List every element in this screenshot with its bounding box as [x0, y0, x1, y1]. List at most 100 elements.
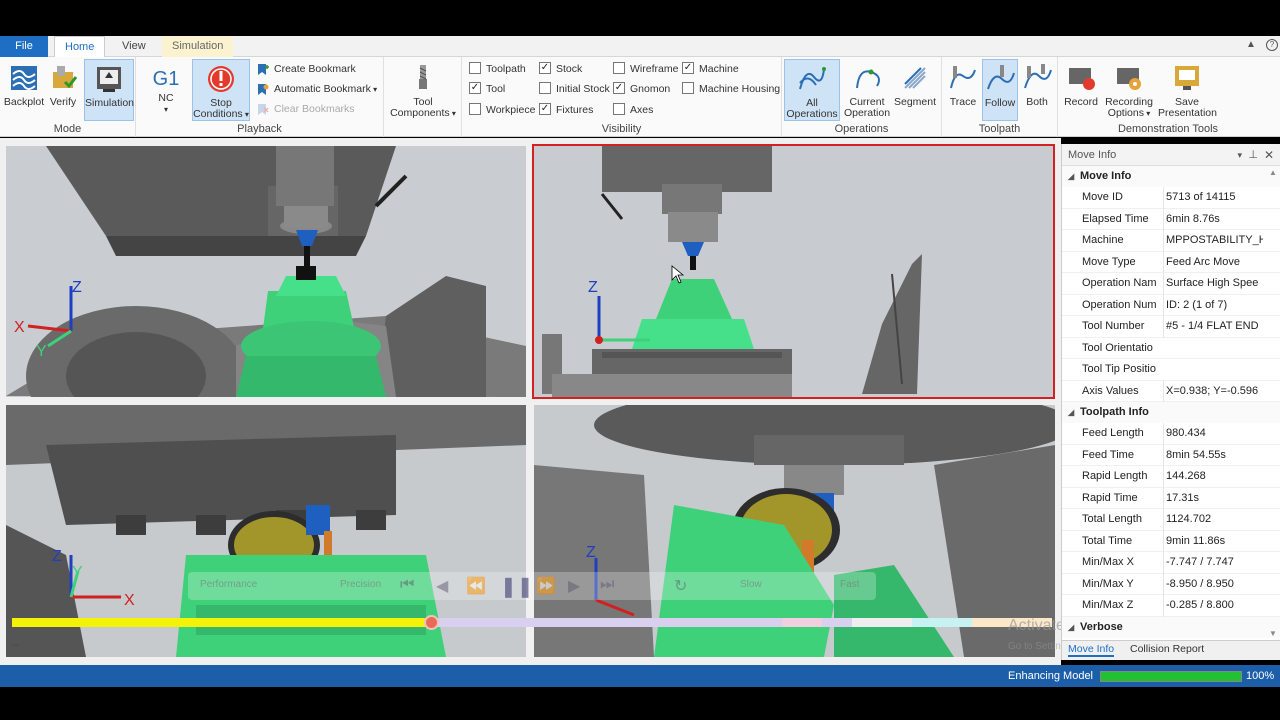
workpiece-checkbox-box[interactable]: [469, 103, 481, 116]
property-value: -7.747 / 7.747: [1163, 552, 1263, 574]
timeline-scrubber[interactable]: [424, 615, 439, 630]
automatic-bookmark-button[interactable]: Automatic Bookmark ▾: [256, 80, 377, 98]
recording-options-button[interactable]: Recording Options ▾: [1104, 59, 1154, 121]
property-row: Rapid Time 17.31s: [1062, 487, 1280, 509]
machine-housing-checkbox-box[interactable]: [682, 82, 694, 95]
tool-components-dropdown-icon: ▾: [449, 109, 456, 118]
nc-button[interactable]: G1 NC ▾: [142, 59, 190, 121]
stop-icon: [208, 66, 234, 92]
tool-checkbox-box[interactable]: ✓: [469, 82, 481, 95]
tab-view[interactable]: View: [112, 36, 156, 57]
stock-checkbox-box[interactable]: ✓: [539, 62, 551, 75]
tool-components-button[interactable]: Tool Components ▾: [390, 59, 456, 121]
wireframe-checkbox-box[interactable]: [613, 62, 625, 75]
fast-forward-icon[interactable]: ⏩: [536, 576, 556, 596]
tab-move-info[interactable]: Move Info: [1068, 643, 1115, 657]
recording-options-dropdown-icon: ▾: [1143, 109, 1151, 118]
fast-label[interactable]: Fast: [840, 579, 859, 590]
current-operation-button[interactable]: Current Operation: [842, 59, 892, 121]
property-value: 980.434: [1163, 423, 1263, 445]
scroll-down-icon[interactable]: ▼: [1269, 629, 1277, 638]
step-back-icon[interactable]: ◀: [436, 576, 448, 596]
fixtures-checkbox-box[interactable]: ✓: [539, 103, 551, 116]
property-value: 144.268: [1163, 466, 1263, 488]
property-key: Operation Num: [1082, 298, 1157, 311]
pause-icon[interactable]: ❚❚: [500, 574, 534, 599]
loop-icon[interactable]: ↻: [674, 576, 687, 596]
nc-label: NC: [158, 92, 174, 104]
skip-end-icon[interactable]: ⏭: [600, 576, 614, 594]
axes-checkbox-box[interactable]: [613, 103, 625, 116]
toolpath-checkbox-box[interactable]: [469, 62, 481, 75]
property-row: Axis Values X=0.938; Y=-0.596: [1062, 380, 1280, 402]
panel-close-icon[interactable]: ✕: [1264, 144, 1274, 166]
property-value: 5713 of 14115: [1163, 187, 1263, 209]
fixtures-checkbox[interactable]: ✓ Fixtures: [539, 102, 593, 118]
segment-button[interactable]: Segment: [892, 59, 938, 121]
property-value: 8min 54.55s: [1163, 444, 1263, 466]
panel-dropdown-icon[interactable]: ▾: [1237, 144, 1242, 166]
help-icon[interactable]: ?: [1266, 39, 1278, 51]
step-forward-icon[interactable]: ▶: [568, 576, 580, 596]
performance-label[interactable]: Performance: [200, 579, 257, 590]
record-button[interactable]: Record: [1060, 59, 1102, 121]
tab-simulation[interactable]: Simulation: [162, 36, 234, 57]
axis-x-label-1: X: [14, 319, 25, 336]
collapse-icon[interactable]: ◢: [1068, 402, 1074, 423]
tab-file[interactable]: File: [0, 36, 48, 57]
gnomon-checkbox[interactable]: ✓ Gnomon: [613, 81, 670, 97]
workpiece-checkbox[interactable]: Workpiece: [469, 102, 535, 118]
machine-checkbox[interactable]: ✓ Machine: [682, 61, 739, 77]
tool-checkbox[interactable]: ✓ Tool: [469, 81, 505, 97]
trace-button[interactable]: Trace: [944, 59, 982, 121]
scroll-up-icon[interactable]: ▲: [1269, 168, 1277, 177]
trace-label: Trace: [949, 96, 977, 108]
axes-checkbox[interactable]: Axes: [613, 102, 653, 118]
clear-bookmarks-button[interactable]: Clear Bookmarks: [256, 100, 355, 118]
wireframe-checkbox[interactable]: Wireframe: [613, 61, 678, 77]
simulation-button[interactable]: Simulation: [84, 59, 134, 121]
section-verbose[interactable]: ◢ Verbose: [1062, 616, 1280, 638]
slow-label[interactable]: Slow: [740, 579, 762, 590]
both-button[interactable]: Both: [1018, 59, 1056, 121]
toolpath-checkbox[interactable]: Toolpath: [469, 61, 526, 77]
initial-stock-checkbox-box[interactable]: [539, 82, 551, 95]
g1-icon: G1: [152, 68, 180, 90]
all-operations-button[interactable]: All Operations: [784, 59, 840, 121]
collapse-icon[interactable]: ◢: [1068, 166, 1074, 187]
panel-pin-icon[interactable]: ⊥: [1248, 144, 1258, 166]
tab-collision-report[interactable]: Collision Report: [1130, 643, 1204, 655]
wireframe-checkbox-label: Wireframe: [630, 63, 679, 75]
tab-home[interactable]: Home: [54, 36, 106, 57]
verify-button[interactable]: Verify: [40, 59, 86, 121]
property-row: Tool Number #5 - 1/4 FLAT END: [1062, 316, 1280, 338]
initial-stock-checkbox[interactable]: Initial Stock: [539, 81, 610, 97]
property-row: Elapsed Time 6min 8.76s: [1062, 208, 1280, 230]
collapse-ribbon-icon[interactable]: ▲: [1246, 39, 1256, 50]
axis-z-label-1: Z: [72, 279, 82, 296]
collapse-icon[interactable]: ◢: [1068, 617, 1074, 638]
property-row: Operation Num ID: 2 (1 of 7): [1062, 294, 1280, 316]
viewport-top-right[interactable]: Z: [532, 144, 1055, 399]
rewind-icon[interactable]: ⏪: [466, 576, 486, 596]
machine-checkbox-box[interactable]: ✓: [682, 62, 694, 75]
stop-conditions-button[interactable]: Stop Conditions ▾: [192, 59, 250, 121]
follow-button[interactable]: Follow: [982, 59, 1018, 121]
create-bookmark-button[interactable]: Create Bookmark: [256, 60, 356, 78]
panel-body: ◢ Move Info Move ID 5713 of 14115 Elapsed …: [1062, 166, 1280, 638]
panel-scrollbar[interactable]: ▲ ▼: [1269, 168, 1278, 638]
stock-checkbox[interactable]: ✓ Stock: [539, 61, 582, 77]
precision-label[interactable]: Precision: [340, 579, 381, 590]
gnomon-checkbox-box[interactable]: ✓: [613, 82, 625, 95]
zoom-minus-icon[interactable]: –: [12, 637, 32, 651]
save-presentation-button[interactable]: Save Presentation: [1158, 59, 1217, 121]
timeline-track[interactable]: [12, 615, 1052, 630]
section-toolpath-info[interactable]: ◢ Toolpath Info: [1062, 402, 1280, 423]
property-row: Min/Max Y -8.950 / 8.950: [1062, 573, 1280, 595]
status-progress-fill: [1101, 672, 1241, 681]
toolpath-checkbox-label: Toolpath: [486, 63, 526, 75]
viewport-top-left[interactable]: Z X Y: [6, 146, 526, 397]
machine-housing-checkbox[interactable]: Machine Housing: [682, 81, 780, 97]
skip-start-icon[interactable]: ⏮: [400, 576, 414, 594]
section-move-info[interactable]: ◢ Move Info: [1062, 166, 1280, 187]
